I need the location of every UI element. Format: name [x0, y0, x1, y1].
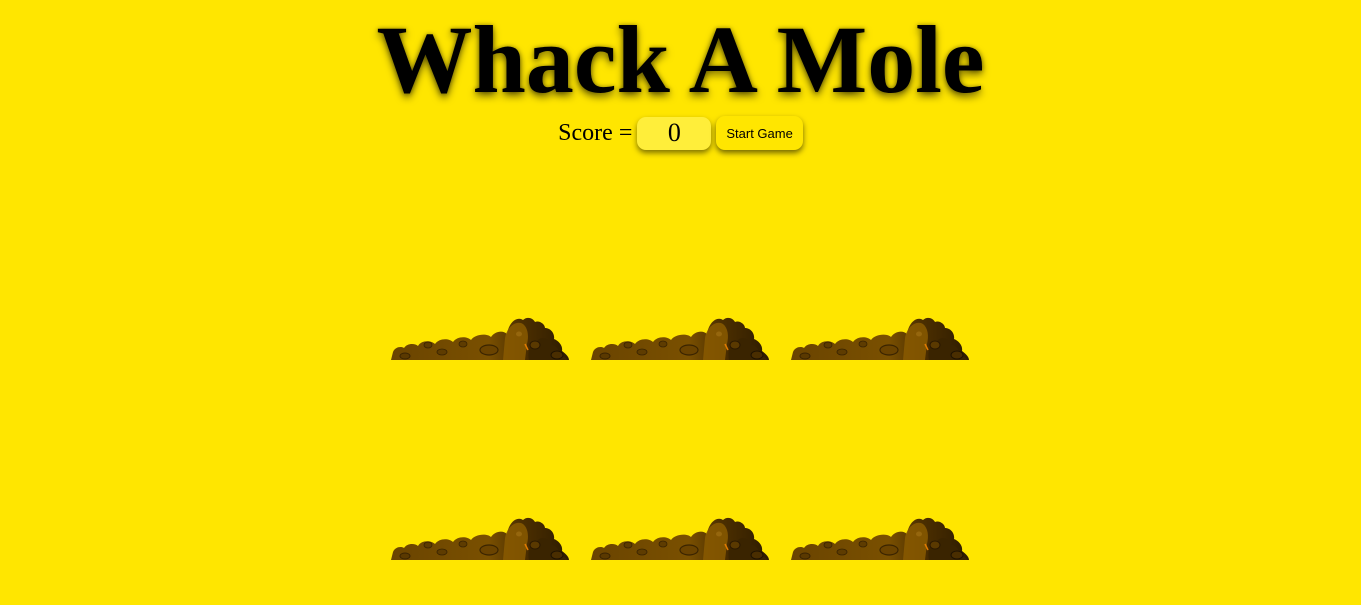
mole-hole[interactable] [381, 160, 581, 361]
mole-hole[interactable] [781, 360, 981, 561]
mole-hole[interactable] [581, 360, 781, 561]
dirt-mound-icon [590, 517, 770, 561]
mole-hole[interactable] [781, 160, 981, 361]
game-page: Whack A Mole Score = 0 Start Game [0, 0, 1361, 605]
game-title: Whack A Mole [376, 6, 985, 113]
start-game-button[interactable]: Start Game [716, 116, 803, 150]
mole-hole[interactable] [381, 360, 581, 561]
score-display: 0 [637, 116, 712, 150]
score-label: Score = [558, 119, 633, 146]
dirt-mound-icon [390, 317, 570, 361]
dirt-mound-icon [590, 317, 770, 361]
dirt-mound-icon [790, 517, 970, 561]
score-bar: Score = 0 Start Game [0, 115, 1361, 151]
dirt-mound-icon [390, 517, 570, 561]
mole-grid [381, 160, 981, 561]
dirt-mound-icon [790, 317, 970, 361]
mole-hole[interactable] [581, 160, 781, 361]
